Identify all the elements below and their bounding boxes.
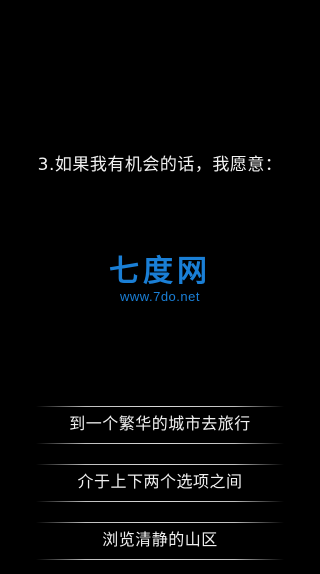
watermark-logo: 七度网 [109,254,211,289]
option-button-1[interactable]: 到一个繁华的城市去旅行 [0,400,320,448]
watermark-url: www.7do.net [120,289,200,304]
watermark: 七度网 www.7do.net [0,255,320,305]
option-button-3[interactable]: 浏览清静的山区 [0,516,320,564]
option-button-2[interactable]: 介于上下两个选项之间 [0,458,320,506]
question-text: 3.如果我有机会的话，我愿意： [37,155,283,175]
quiz-screen: 3.如果我有机会的话，我愿意： 七度网 www.7do.net 到一个繁华的城市… [0,0,320,568]
answer-options: 到一个繁华的城市去旅行 介于上下两个选项之间 浏览清静的山区 [0,400,320,574]
